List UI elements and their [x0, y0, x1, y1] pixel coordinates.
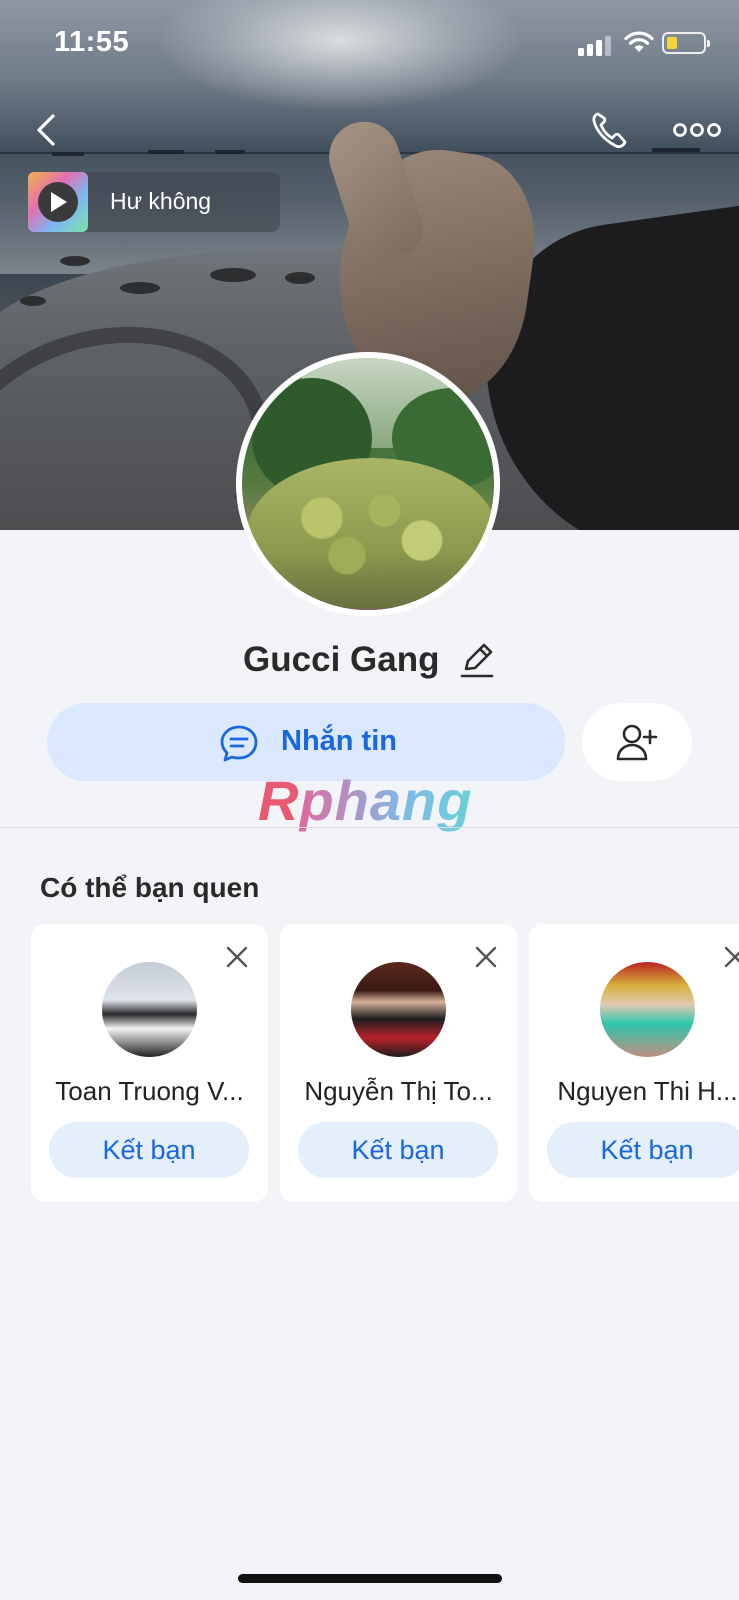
suggestion-avatar[interactable]	[102, 962, 197, 1057]
suggestion-name[interactable]: Nguyễn Thị To...	[280, 1076, 517, 1107]
add-friend-suggestion-button[interactable]: Kết bạn	[49, 1122, 249, 1178]
cover-sky	[160, 0, 520, 110]
music-thumbnail	[28, 172, 88, 232]
profile-name: Gucci Gang	[243, 640, 440, 679]
battery-level	[667, 37, 677, 49]
profile-music[interactable]: Hư không	[28, 172, 280, 232]
wifi-icon	[624, 31, 654, 52]
close-icon[interactable]	[473, 944, 499, 970]
cover-ship	[215, 150, 245, 154]
suggestion-name[interactable]: Toan Truong V...	[31, 1076, 268, 1107]
add-friend-suggestion-button[interactable]: Kết bạn	[547, 1122, 739, 1178]
edit-icon[interactable]	[458, 640, 496, 680]
suggestion-name[interactable]: Nguyen Thi H...	[529, 1076, 739, 1107]
back-icon[interactable]	[28, 110, 68, 150]
suggestions-title: Có thể bạn quen	[40, 872, 260, 903]
cover-rock	[60, 256, 90, 266]
add-friend-suggestion-button[interactable]: Kết bạn	[298, 1122, 498, 1178]
add-friend-button[interactable]	[582, 703, 692, 781]
chat-icon	[220, 725, 258, 762]
more-icon[interactable]	[672, 112, 722, 148]
cover-rock	[285, 272, 315, 284]
music-title: Hư không	[110, 188, 212, 214]
cover-ship	[148, 150, 184, 154]
section-divider	[0, 827, 739, 828]
suggestion-card[interactable]: Nguyễn Thị To... Kết bạn	[280, 924, 517, 1202]
cover-rock	[210, 268, 256, 282]
suggestion-avatar[interactable]	[600, 962, 695, 1057]
add-friend-icon	[616, 724, 658, 761]
close-icon[interactable]	[722, 944, 739, 970]
cover-ship	[652, 148, 700, 152]
avatar-photo	[242, 358, 494, 610]
signal-icon	[578, 34, 614, 56]
watermark-logo: Rphang	[258, 769, 473, 832]
profile-name-row: Gucci Gang	[0, 640, 739, 680]
phone-icon[interactable]	[588, 108, 632, 152]
cover-rock	[20, 296, 46, 306]
suggestions-carousel[interactable]: Toan Truong V... Kết bạn Nguyễn Thị To..…	[31, 924, 739, 1202]
avatar[interactable]	[236, 352, 500, 616]
cover-rock	[120, 282, 160, 294]
suggestion-card[interactable]: Nguyen Thi H... Kết bạn	[529, 924, 739, 1202]
suggestion-card[interactable]: Toan Truong V... Kết bạn	[31, 924, 268, 1202]
message-button-label: Nhắn tin	[281, 725, 397, 757]
cover-ship	[52, 152, 84, 156]
close-icon[interactable]	[224, 944, 250, 970]
home-indicator[interactable]	[238, 1574, 502, 1583]
play-icon	[51, 192, 67, 212]
status-time: 11:55	[54, 26, 130, 58]
battery-icon	[662, 32, 710, 54]
suggestion-avatar[interactable]	[351, 962, 446, 1057]
